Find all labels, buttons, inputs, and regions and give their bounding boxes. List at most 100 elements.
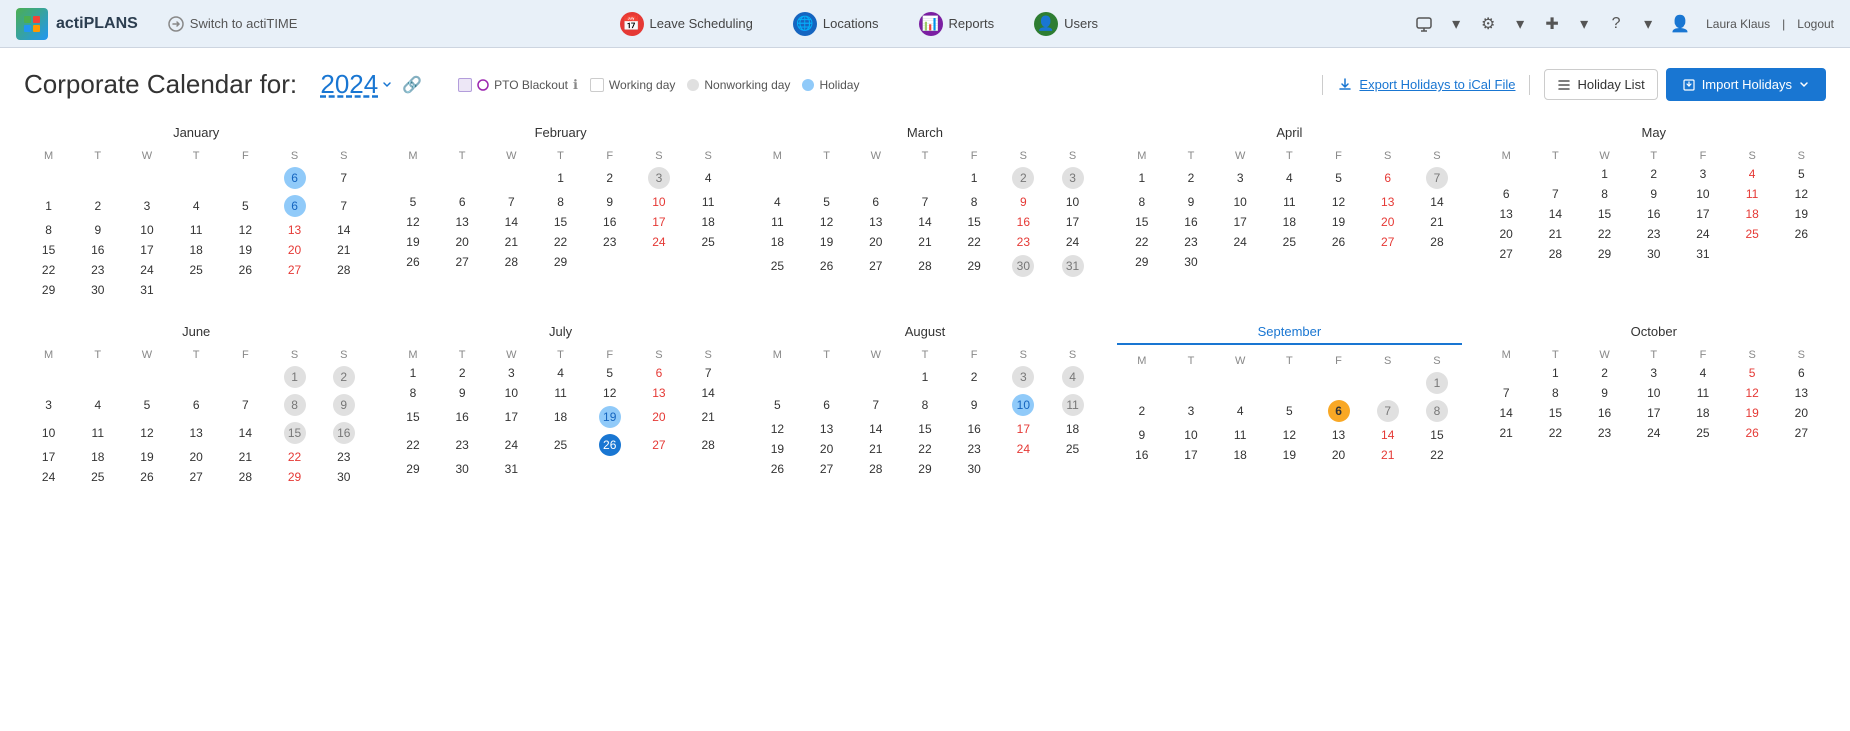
calendar-day[interactable]: 5 [1728,363,1777,383]
calendar-day[interactable]: 19 [122,447,171,467]
calendar-day[interactable]: 25 [1678,423,1727,443]
calendar-day[interactable]: 7 [900,192,949,212]
calendar-day[interactable]: 27 [1363,232,1412,252]
calendar-day[interactable]: 15 [536,212,585,232]
calendar-day[interactable]: 5 [753,391,802,419]
calendar-day[interactable]: 15 [24,240,73,260]
calendar-day[interactable]: 21 [1482,423,1531,443]
calendar-day[interactable]: 7 [684,363,733,383]
calendar-day[interactable]: 4 [684,164,733,192]
calendar-day[interactable]: 1 [1580,164,1629,184]
calendar-day[interactable]: 10 [1216,192,1265,212]
calendar-day[interactable]: 12 [1265,425,1314,445]
calendar-day[interactable]: 9 [438,383,487,403]
calendar-day[interactable]: 20 [438,232,487,252]
calendar-day[interactable]: 12 [122,419,171,447]
calendar-day[interactable]: 8 [270,391,319,419]
calendar-day[interactable]: 9 [1117,425,1166,445]
calendar-day[interactable]: 5 [388,192,437,212]
calendar-day[interactable]: 28 [1531,244,1580,264]
calendar-day[interactable]: 22 [950,232,999,252]
calendar-day[interactable]: 15 [1531,403,1580,423]
calendar-day[interactable]: 4 [753,192,802,212]
calendar-day[interactable]: 9 [950,391,999,419]
calendar-day[interactable]: 19 [753,439,802,459]
calendar-day[interactable]: 7 [1363,397,1412,425]
calendar-day[interactable]: 28 [851,459,900,479]
calendar-day[interactable]: 2 [950,363,999,391]
calendar-day[interactable]: 10 [487,383,536,403]
calendar-day[interactable]: 7 [221,391,270,419]
calendar-day[interactable]: 3 [1629,363,1678,383]
calendar-day[interactable]: 9 [1580,383,1629,403]
calendar-day[interactable]: 6 [172,391,221,419]
calendar-day[interactable]: 1 [388,363,437,383]
calendar-day[interactable]: 16 [1580,403,1629,423]
calendar-day[interactable]: 17 [487,403,536,431]
calendar-day[interactable]: 9 [73,220,122,240]
calendar-day[interactable]: 16 [999,212,1048,232]
calendar-day[interactable]: 11 [1265,192,1314,212]
calendar-day[interactable]: 5 [585,363,634,383]
calendar-day[interactable]: 24 [1048,232,1097,252]
calendar-day[interactable]: 22 [270,447,319,467]
calendar-day[interactable]: 10 [999,391,1048,419]
calendar-day[interactable]: 15 [1412,425,1461,445]
calendar-day[interactable]: 25 [1728,224,1777,244]
calendar-day[interactable]: 23 [1580,423,1629,443]
calendar-day[interactable]: 8 [950,192,999,212]
calendar-day[interactable]: 10 [1629,383,1678,403]
calendar-day[interactable]: 6 [851,192,900,212]
calendar-day[interactable]: 6 [1363,164,1412,192]
calendar-day[interactable]: 19 [1265,445,1314,465]
calendar-day[interactable]: 8 [24,220,73,240]
calendar-day[interactable]: 17 [999,419,1048,439]
calendar-day[interactable]: 12 [753,419,802,439]
calendar-day[interactable]: 18 [1678,403,1727,423]
chevron-down-icon-3[interactable]: ▾ [1570,10,1598,38]
calendar-day[interactable]: 11 [1678,383,1727,403]
calendar-day[interactable]: 23 [950,439,999,459]
calendar-day[interactable]: 7 [1482,383,1531,403]
calendar-day[interactable]: 23 [999,232,1048,252]
help-icon[interactable]: ? [1602,10,1630,38]
calendar-day[interactable]: 7 [1531,184,1580,204]
calendar-day[interactable]: 30 [1166,252,1215,272]
calendar-day[interactable]: 23 [438,431,487,459]
calendar-day[interactable]: 4 [1728,164,1777,184]
calendar-day[interactable]: 17 [1048,212,1097,232]
calendar-day[interactable]: 13 [802,419,851,439]
settings-icon[interactable]: ⚙ [1474,10,1502,38]
export-holidays-btn[interactable]: Export Holidays to iCal File [1337,77,1515,93]
calendar-day[interactable]: 16 [73,240,122,260]
calendar-day[interactable]: 27 [851,252,900,280]
calendar-day[interactable]: 3 [1048,164,1097,192]
calendar-day[interactable]: 18 [1265,212,1314,232]
assistant-icon[interactable] [1410,10,1438,38]
calendar-day[interactable]: 3 [634,164,683,192]
calendar-day[interactable]: 25 [684,232,733,252]
calendar-day[interactable]: 19 [1314,212,1363,232]
calendar-day[interactable]: 1 [1531,363,1580,383]
calendar-day[interactable]: 16 [319,419,368,447]
calendar-day[interactable]: 22 [900,439,949,459]
calendar-day[interactable]: 10 [122,220,171,240]
calendar-day[interactable]: 4 [536,363,585,383]
calendar-day[interactable]: 1 [950,164,999,192]
calendar-day[interactable]: 22 [536,232,585,252]
calendar-day[interactable]: 22 [388,431,437,459]
calendar-day[interactable]: 21 [1363,445,1412,465]
calendar-day[interactable]: 11 [1728,184,1777,204]
calendar-day[interactable]: 5 [1265,397,1314,425]
calendar-day[interactable]: 14 [900,212,949,232]
calendar-day[interactable]: 13 [438,212,487,232]
calendar-day[interactable]: 6 [1777,363,1826,383]
calendar-day[interactable]: 26 [753,459,802,479]
calendar-day[interactable]: 22 [1580,224,1629,244]
calendar-day[interactable]: 18 [1048,419,1097,439]
calendar-day[interactable]: 26 [388,252,437,272]
calendar-day[interactable]: 3 [1166,397,1215,425]
calendar-day[interactable]: 5 [802,192,851,212]
calendar-day[interactable]: 29 [950,252,999,280]
calendar-day[interactable]: 20 [1482,224,1531,244]
